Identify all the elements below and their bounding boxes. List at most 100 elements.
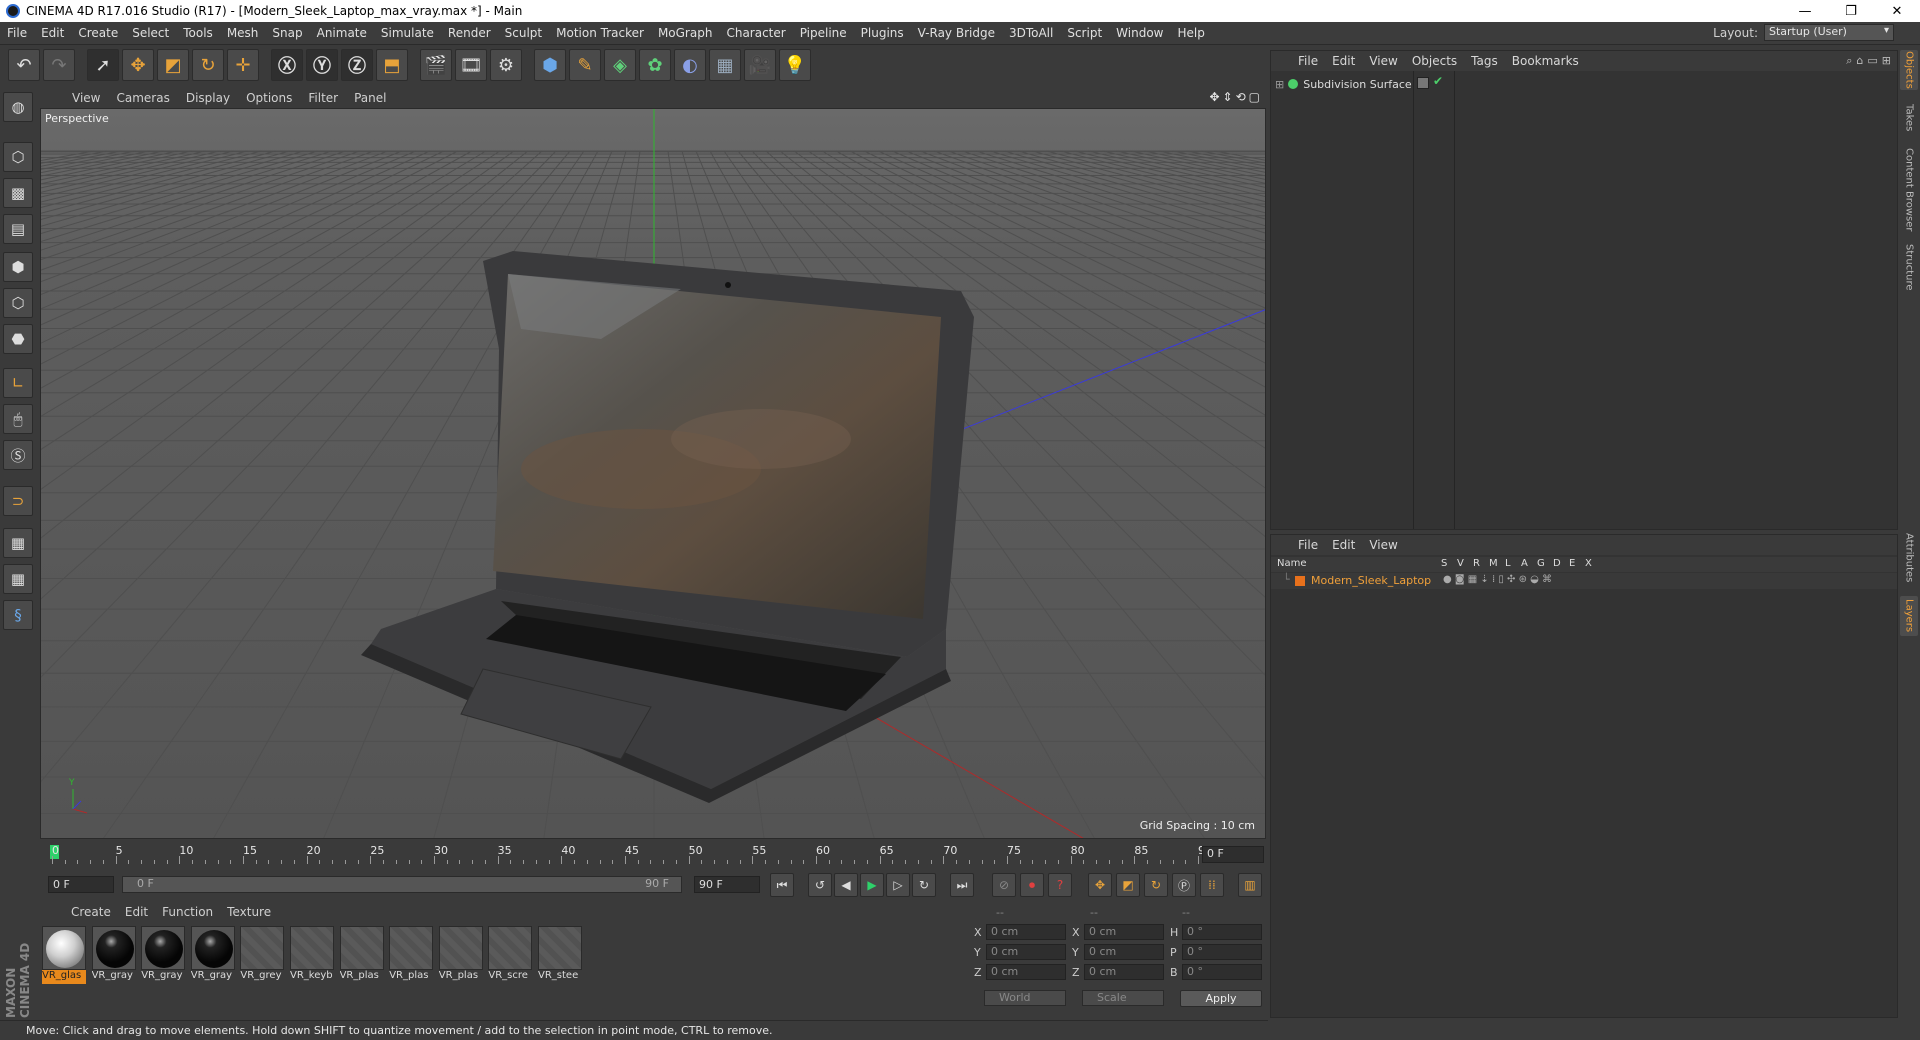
coordinate-space-dropdown[interactable]: World <box>984 990 1066 1006</box>
material-swatch[interactable]: VR_plas <box>339 926 384 984</box>
coordinate-system-icon[interactable]: ⬒ <box>376 49 408 81</box>
objects-menu-objects[interactable]: Objects <box>1405 54 1464 68</box>
size-x-field[interactable]: 0 cm <box>1084 924 1164 940</box>
go-to-start-icon[interactable]: ⏮ <box>770 873 794 897</box>
material-name[interactable]: VR_gray <box>141 970 185 984</box>
x-axis-lock-icon[interactable]: Ⓧ <box>271 49 303 81</box>
auto-keying-icon[interactable]: ⏺ <box>1020 873 1044 897</box>
planar-workplane-icon[interactable]: ▦ <box>3 564 33 594</box>
objects-menu-view[interactable]: View <box>1362 54 1404 68</box>
previous-key-icon[interactable]: ↺ <box>808 873 832 897</box>
material-name[interactable]: VR_plas <box>340 970 384 984</box>
menu-mograph[interactable]: MoGraph <box>651 26 720 40</box>
menu-character[interactable]: Character <box>719 26 792 40</box>
points-mode-icon[interactable]: ⬢ <box>3 252 33 282</box>
live-selection-icon[interactable]: ➚ <box>87 49 119 81</box>
viewport-menu-filter[interactable]: Filter <box>300 91 346 105</box>
material-swatch[interactable]: VR_stee <box>538 926 582 984</box>
subdivision-generator-icon[interactable]: ◈ <box>604 49 636 81</box>
menu-motion-tracker[interactable]: Motion Tracker <box>549 26 651 40</box>
edges-mode-icon[interactable]: ⬡ <box>3 288 33 318</box>
menu-snap[interactable]: Snap <box>265 26 309 40</box>
close-button[interactable]: ✕ <box>1874 0 1920 22</box>
menu-create[interactable]: Create <box>71 26 125 40</box>
go-to-end-icon[interactable]: ⏭ <box>950 873 974 897</box>
snap-icon[interactable]: Ⓢ <box>3 440 33 470</box>
maximize-button[interactable]: ❐ <box>1828 0 1874 22</box>
next-key-icon[interactable]: ↻ <box>912 873 936 897</box>
key-point-level-icon[interactable]: ⁞⁞ <box>1200 873 1224 897</box>
frame-range-slider[interactable]: 0 F 90 F <box>122 876 682 893</box>
layer-flag-icons[interactable]: ● ◙ ▦ ⇣ ⁞ ▯ ✣ ⊛ ◒ ⌘ <box>1443 574 1552 585</box>
viewport-maximize-icon[interactable]: ▢ <box>1249 90 1260 104</box>
layer-color-swatch[interactable] <box>1295 576 1305 586</box>
frame-ruler[interactable]: 051015202530354045505560657075808590 <box>48 842 1212 866</box>
make-editable-icon[interactable]: ◍ <box>3 92 33 122</box>
perspective-viewport[interactable]: Y Perspective Grid Spacing : 10 cm <box>40 108 1266 839</box>
material-name[interactable]: VR_grey <box>240 970 284 984</box>
scale-icon[interactable]: ◩ <box>157 49 189 81</box>
light-icon[interactable]: 💡 <box>779 49 811 81</box>
material-preview[interactable] <box>438 926 483 970</box>
size-z-field[interactable]: 0 cm <box>1084 964 1164 980</box>
object-row-subdivision-surface[interactable]: ⊞ Subdivision Surface <box>1275 75 1412 93</box>
visibility-toggle-icon[interactable] <box>1417 77 1429 89</box>
undo-icon[interactable]: ↶ <box>8 49 40 81</box>
material-swatch[interactable]: VR_plas <box>389 926 434 984</box>
play-icon[interactable]: ▶ <box>860 873 884 897</box>
cube-icon[interactable]: ⬢ <box>534 49 566 81</box>
material-name[interactable]: VR_gray <box>191 970 235 984</box>
material-swatch[interactable]: VR_plas <box>438 926 483 984</box>
model-mode-icon[interactable]: ⬡ <box>3 142 33 172</box>
material-preview[interactable] <box>91 926 136 970</box>
menu-animate[interactable]: Animate <box>310 26 374 40</box>
magnet-icon[interactable]: ⊃ <box>3 486 33 516</box>
texture-mode-icon[interactable]: ▩ <box>3 178 33 208</box>
workplane-mode-icon[interactable]: ▤ <box>3 214 33 244</box>
material-name[interactable]: VR_gray <box>92 970 136 984</box>
transform-icon[interactable]: ✛ <box>227 49 259 81</box>
menu-help[interactable]: Help <box>1170 26 1211 40</box>
layer-row[interactable]: └ Modern_Sleek_Laptop ● ◙ ▦ ⇣ ⁞ ▯ ✣ ⊛ ◒ … <box>1271 573 1897 589</box>
pen-spline-icon[interactable]: ✎ <box>569 49 601 81</box>
size-y-field[interactable]: 0 cm <box>1084 944 1164 960</box>
material-name[interactable]: VR_plas <box>439 970 483 984</box>
key-position-icon[interactable]: ✥ <box>1088 873 1112 897</box>
end-frame-field[interactable]: 90 F <box>694 876 760 893</box>
material-preview[interactable] <box>538 926 582 970</box>
menu-script[interactable]: Script <box>1060 26 1109 40</box>
material-preview[interactable] <box>42 926 86 970</box>
objects-menu-file[interactable]: File <box>1291 54 1325 68</box>
material-swatch[interactable]: VR_glas <box>42 926 86 984</box>
expand-icon[interactable]: ⊞ <box>1275 78 1284 91</box>
previous-frame-icon[interactable]: ◀ <box>834 873 858 897</box>
position-y-field[interactable]: 0 cm <box>986 944 1066 960</box>
search-icon[interactable]: ⌕ <box>1846 54 1852 68</box>
material-preview[interactable] <box>389 926 434 970</box>
viewport-move-icon[interactable]: ✥ <box>1209 90 1219 104</box>
deformer-icon[interactable]: ◐ <box>674 49 706 81</box>
material-menu-create[interactable]: Create <box>64 905 118 919</box>
material-preview[interactable] <box>141 926 186 970</box>
menu-tools[interactable]: Tools <box>176 26 220 40</box>
menu-mesh[interactable]: Mesh <box>220 26 266 40</box>
menu-vray-bridge[interactable]: V-Ray Bridge <box>911 26 1002 40</box>
python-icon[interactable]: § <box>3 600 33 630</box>
menu-pipeline[interactable]: Pipeline <box>793 26 854 40</box>
position-x-field[interactable]: 0 cm <box>986 924 1066 940</box>
viewport-menu-panel[interactable]: Panel <box>346 91 394 105</box>
current-frame-field[interactable]: 0 F <box>1202 846 1264 863</box>
objects-menu-tags[interactable]: Tags <box>1464 54 1505 68</box>
material-swatch[interactable]: VR_scre <box>488 926 533 984</box>
camera-icon[interactable]: 🎥 <box>744 49 776 81</box>
minimize-button[interactable]: — <box>1782 0 1828 22</box>
rotation-b-field[interactable]: 0 ° <box>1182 964 1262 980</box>
objects-menu-edit[interactable]: Edit <box>1325 54 1362 68</box>
polygons-mode-icon[interactable]: ⬣ <box>3 324 33 354</box>
menu-edit[interactable]: Edit <box>34 26 71 40</box>
material-preview[interactable] <box>240 926 285 970</box>
tweak-mode-icon[interactable]: 🖱 <box>3 404 33 434</box>
material-preview[interactable] <box>488 926 533 970</box>
menu-plugins[interactable]: Plugins <box>854 26 911 40</box>
position-z-field[interactable]: 0 cm <box>986 964 1066 980</box>
